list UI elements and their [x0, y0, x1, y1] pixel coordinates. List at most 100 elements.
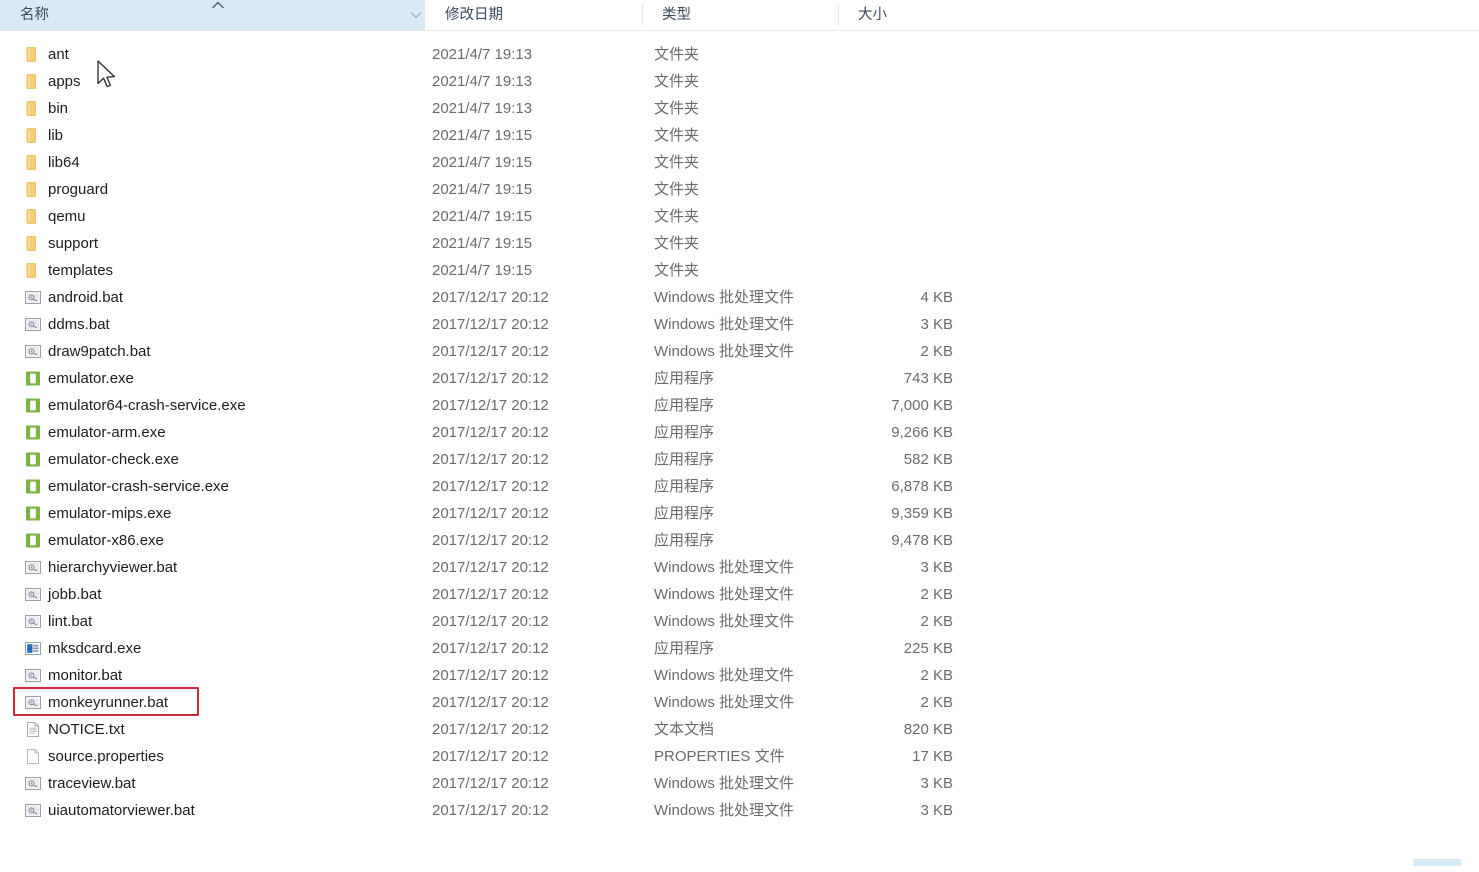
file-size-cell: 225 KB — [903, 640, 953, 657]
file-date-cell: 2017/12/17 20:12 — [432, 424, 549, 441]
file-row[interactable]: bin 2021/4/7 19:13 文件夹 — [0, 95, 1479, 122]
file-name-cell: monitor.bat — [48, 667, 123, 684]
column-header-name[interactable]: 名称 — [0, 0, 425, 30]
file-row[interactable]: emulator-crash-service.exe 2017/12/17 20:… — [0, 473, 1479, 500]
file-size-cell — [838, 41, 963, 68]
file-type-cell: PROPERTIES 文件 — [654, 748, 785, 765]
file-row[interactable]: source.properties 2017/12/17 20:12 PROPERT… — [0, 743, 1479, 770]
file-row[interactable]: lib64 2021/4/7 19:15 文件夹 — [0, 149, 1479, 176]
file-size-cell — [838, 176, 963, 203]
file-type-cell: 应用程序 — [654, 505, 715, 522]
file-row[interactable]: emulator.exe 2017/12/17 20:12 应用程序 743 KB — [0, 365, 1479, 392]
file-date-cell: 2021/4/7 19:15 — [432, 181, 533, 198]
file-date-cell: 2021/4/7 19:15 — [432, 235, 533, 252]
file-row[interactable]: NOTICE.txt 2017/12/17 20:12 文本文档 820 KB — [0, 716, 1479, 743]
file-name-cell: emulator-x86.exe — [48, 532, 164, 549]
file-name-cell: emulator.exe — [48, 370, 134, 387]
file-row[interactable]: proguard 2021/4/7 19:15 文件夹 — [0, 176, 1479, 203]
column-header-type[interactable]: 类型 — [642, 0, 838, 30]
file-date-cell: 2021/4/7 19:15 — [432, 208, 533, 225]
file-date-cell: 2017/12/17 20:12 — [432, 802, 549, 819]
file-date-cell: 2017/12/17 20:12 — [432, 667, 549, 684]
file-row[interactable]: lib 2021/4/7 19:15 文件夹 — [0, 122, 1479, 149]
file-size-cell: 2 KB — [920, 667, 953, 684]
file-row[interactable]: emulator-mips.exe 2017/12/17 20:12 应用程序 9,3… — [0, 500, 1479, 527]
file-row[interactable]: mksdcard.exe 2017/12/17 20:12 应用程序 225 KB — [0, 635, 1479, 662]
file-date-cell: 2017/12/17 20:12 — [432, 397, 549, 414]
file-row[interactable]: draw9patch.bat 2017/12/17 20:12 Windows 批处… — [0, 338, 1479, 365]
file-size-cell — [838, 122, 963, 149]
file-row[interactable]: emulator-check.exe 2017/12/17 20:12 应用程序 58… — [0, 446, 1479, 473]
bottom-right-artifact — [1413, 859, 1461, 866]
sort-ascending-icon — [210, 0, 226, 13]
file-name-cell: ant — [48, 46, 69, 63]
file-type-cell: 文件夹 — [654, 100, 700, 117]
file-row[interactable]: uiautomatorviewer.bat 2017/12/17 20:12 Win… — [0, 797, 1479, 824]
file-date-cell: 2021/4/7 19:13 — [432, 46, 533, 63]
file-name-cell: apps — [48, 73, 81, 90]
file-size-cell: 6,878 KB — [891, 478, 953, 495]
file-row[interactable]: monitor.bat 2017/12/17 20:12 Windows 批处理文件… — [0, 662, 1479, 689]
file-type-cell: Windows 批处理文件 — [654, 343, 795, 360]
file-date-cell: 2017/12/17 20:12 — [432, 613, 549, 630]
file-name-cell: emulator-mips.exe — [48, 505, 172, 522]
file-name-cell: monkeyrunner.bat — [48, 694, 169, 711]
file-size-cell: 743 KB — [903, 370, 953, 387]
file-size-cell — [838, 230, 963, 257]
file-date-cell: 2017/12/17 20:12 — [432, 721, 549, 738]
file-type-cell: Windows 批处理文件 — [654, 586, 795, 603]
file-size-cell — [838, 257, 963, 284]
file-name-cell: lib64 — [48, 154, 80, 171]
file-size-cell: 3 KB — [920, 559, 953, 576]
file-name-cell: emulator-crash-service.exe — [48, 478, 229, 495]
file-date-cell: 2017/12/17 20:12 — [432, 775, 549, 792]
file-size-cell — [838, 68, 963, 95]
file-type-cell: Windows 批处理文件 — [654, 559, 795, 576]
file-row[interactable]: emulator-x86.exe 2017/12/17 20:12 应用程序 9,47… — [0, 527, 1479, 554]
file-name-cell: hierarchyviewer.bat — [48, 559, 178, 576]
file-date-cell: 2017/12/17 20:12 — [432, 640, 549, 657]
file-date-cell: 2017/12/17 20:12 — [432, 370, 549, 387]
file-date-cell: 2021/4/7 19:15 — [432, 154, 533, 171]
file-date-cell: 2017/12/17 20:12 — [432, 694, 549, 711]
file-row[interactable]: support 2021/4/7 19:15 文件夹 — [0, 230, 1479, 257]
file-row[interactable]: android.bat 2017/12/17 20:12 Windows 批处理文件… — [0, 284, 1479, 311]
file-type-cell: Windows 批处理文件 — [654, 289, 795, 306]
file-row[interactable]: templates 2021/4/7 19:15 文件夹 — [0, 257, 1479, 284]
file-type-cell: Windows 批处理文件 — [654, 802, 795, 819]
file-row[interactable]: apps 2021/4/7 19:13 文件夹 — [0, 68, 1479, 95]
file-date-cell: 2021/4/7 19:15 — [432, 262, 533, 279]
file-size-cell: 820 KB — [903, 721, 953, 738]
file-row[interactable]: emulator64-crash-service.exe 2017/12/17 2… — [0, 392, 1479, 419]
file-date-cell: 2017/12/17 20:12 — [432, 586, 549, 603]
file-type-cell: 应用程序 — [654, 370, 715, 387]
file-row[interactable]: emulator-arm.exe 2017/12/17 20:12 应用程序 9,26… — [0, 419, 1479, 446]
file-row[interactable]: ant 2021/4/7 19:13 文件夹 — [0, 41, 1479, 68]
file-row[interactable]: qemu 2021/4/7 19:15 文件夹 — [0, 203, 1479, 230]
file-type-cell: 文件夹 — [654, 181, 700, 198]
file-date-cell: 2017/12/17 20:12 — [432, 532, 549, 549]
file-row[interactable]: ddms.bat 2017/12/17 20:12 Windows 批处理文件 3 K… — [0, 311, 1479, 338]
file-row[interactable]: jobb.bat 2017/12/17 20:12 Windows 批处理文件 2 K… — [0, 581, 1479, 608]
file-type-cell: Windows 批处理文件 — [654, 694, 795, 711]
file-row[interactable]: lint.bat 2017/12/17 20:12 Windows 批处理文件 2 K… — [0, 608, 1479, 635]
file-row[interactable]: monkeyrunner.bat 2017/12/17 20:12 Windows … — [0, 689, 1479, 716]
file-date-cell: 2017/12/17 20:12 — [432, 748, 549, 765]
file-name-cell: lint.bat — [48, 613, 93, 630]
file-type-cell: Windows 批处理文件 — [654, 775, 795, 792]
column-header-size[interactable]: 大小 — [838, 0, 963, 30]
file-list[interactable]: ant 2021/4/7 19:13 文件夹 apps 2021/4/7 19:13 文件… — [0, 41, 1479, 824]
chevron-down-icon[interactable] — [408, 7, 424, 23]
file-name-cell: emulator-arm.exe — [48, 424, 166, 441]
file-row[interactable]: hierarchyviewer.bat 2017/12/17 20:12 Windo… — [0, 554, 1479, 581]
file-name-cell: templates — [48, 262, 114, 279]
file-size-cell — [838, 149, 963, 176]
file-date-cell: 2017/12/17 20:12 — [432, 451, 549, 468]
file-row[interactable]: traceview.bat 2017/12/17 20:12 Windows 批处理… — [0, 770, 1479, 797]
column-header-date-modified[interactable]: 修改日期 — [425, 0, 642, 30]
file-name-cell: android.bat — [48, 289, 124, 306]
column-header-date-modified-label: 修改日期 — [445, 7, 503, 23]
file-name-cell: NOTICE.txt — [48, 721, 125, 738]
column-header-size-label: 大小 — [858, 7, 887, 23]
file-size-cell: 4 KB — [920, 289, 953, 306]
